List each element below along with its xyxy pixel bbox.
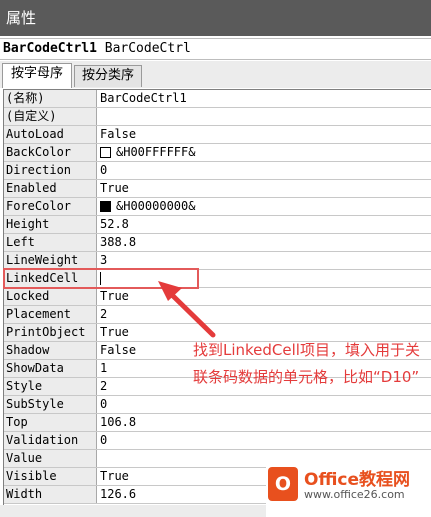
property-name[interactable]: ForeColor — [4, 198, 97, 215]
object-name: BarCodeCtrl1 — [3, 41, 97, 56]
property-value-text: True — [100, 325, 129, 339]
property-value[interactable]: &H00000000& — [97, 198, 431, 215]
property-row-validation[interactable]: Validation 0 — [4, 432, 431, 450]
property-row-left[interactable]: Left 388.8 — [4, 234, 431, 252]
property-value[interactable] — [97, 108, 431, 125]
property-name[interactable]: (名称) — [4, 90, 97, 107]
property-name[interactable]: AutoLoad — [4, 126, 97, 143]
property-value[interactable]: BarCodeCtrl1 — [97, 90, 431, 107]
color-swatch-icon — [100, 201, 111, 212]
property-value-text: &H00FFFFFF& — [116, 145, 196, 159]
property-value[interactable]: True — [97, 288, 431, 305]
property-row-[interactable]: (自定义) — [4, 108, 431, 126]
text-caret — [100, 272, 101, 285]
property-name[interactable]: Enabled — [4, 180, 97, 197]
property-value-text: 388.8 — [100, 235, 137, 249]
property-value[interactable]: 52.8 — [97, 216, 431, 233]
property-row-linkedcell[interactable]: LinkedCell — [4, 270, 431, 288]
property-row-height[interactable]: Height 52.8 — [4, 216, 431, 234]
object-type: BarCodeCtrl — [104, 41, 191, 56]
tab-strip: 按字母序 按分类序 — [0, 61, 431, 88]
property-row-enabled[interactable]: Enabled True — [4, 180, 431, 198]
property-value[interactable]: True — [97, 180, 431, 197]
property-value[interactable]: 106.8 — [97, 414, 431, 431]
property-row-backcolor[interactable]: BackColor &H00FFFFFF& — [4, 144, 431, 162]
watermark-brand: Office教程网 — [304, 470, 411, 490]
property-name[interactable]: (自定义) — [4, 108, 97, 125]
property-value-text: False — [100, 127, 137, 141]
property-value-text: 106.8 — [100, 415, 137, 429]
property-value-text: 1 — [100, 361, 108, 375]
property-name[interactable]: BackColor — [4, 144, 97, 161]
property-name[interactable]: Value — [4, 450, 97, 467]
property-value-text: 0 — [100, 433, 108, 447]
property-name[interactable]: Locked — [4, 288, 97, 305]
property-value[interactable]: &H00FFFFFF& — [97, 144, 431, 161]
property-name[interactable]: Height — [4, 216, 97, 233]
watermark-logo: O Office教程网 www.office26.com — [266, 461, 431, 517]
property-value-text: 2 — [100, 379, 108, 393]
property-value-text: True — [100, 469, 129, 483]
property-value-text: False — [100, 343, 137, 357]
property-value-text: BarCodeCtrl1 — [100, 91, 187, 105]
watermark-url: www.office26.com — [304, 488, 405, 501]
property-row-direction[interactable]: Direction 0 — [4, 162, 431, 180]
property-row-forecolor[interactable]: ForeColor &H00000000& — [4, 198, 431, 216]
property-name[interactable]: Direction — [4, 162, 97, 179]
property-value-text: True — [100, 289, 129, 303]
property-value-text: 3 — [100, 253, 108, 267]
property-name[interactable]: SubStyle — [4, 396, 97, 413]
property-value[interactable]: 0 — [97, 396, 431, 413]
property-name[interactable]: Width — [4, 486, 97, 503]
property-value[interactable]: False — [97, 126, 431, 143]
property-value[interactable] — [97, 270, 431, 287]
property-value-text: 2 — [100, 307, 108, 321]
property-value-text: 0 — [100, 397, 108, 411]
annotation-text: 找到LinkedCell项目，填入用于关联条码数据的单元格，比如“D10” — [193, 341, 420, 386]
property-value-text: 0 — [100, 163, 108, 177]
property-name[interactable]: Left — [4, 234, 97, 251]
property-name[interactable]: ShowData — [4, 360, 97, 377]
property-row-locked[interactable]: Locked True — [4, 288, 431, 306]
property-name[interactable]: Validation — [4, 432, 97, 449]
property-value[interactable]: 0 — [97, 162, 431, 179]
property-row-substyle[interactable]: SubStyle 0 — [4, 396, 431, 414]
tab-alphabetic[interactable]: 按字母序 — [2, 63, 72, 88]
property-name[interactable]: LinkedCell — [4, 270, 97, 287]
tab-categorized[interactable]: 按分类序 — [74, 65, 142, 87]
window-title: 属性 — [0, 0, 431, 36]
property-value-text: &H00000000& — [116, 199, 196, 213]
property-value[interactable]: 388.8 — [97, 234, 431, 251]
property-value-text: 52.8 — [100, 217, 129, 231]
property-name[interactable]: Style — [4, 378, 97, 395]
property-name[interactable]: PrintObject — [4, 324, 97, 341]
property-name[interactable]: Top — [4, 414, 97, 431]
property-row-lineweight[interactable]: LineWeight 3 — [4, 252, 431, 270]
property-name[interactable]: Placement — [4, 306, 97, 323]
property-row-autoload[interactable]: AutoLoad False — [4, 126, 431, 144]
property-name[interactable]: Shadow — [4, 342, 97, 359]
property-row-[interactable]: (名称) BarCodeCtrl1 — [4, 90, 431, 108]
property-value[interactable]: 0 — [97, 432, 431, 449]
color-swatch-icon — [100, 147, 111, 158]
property-value-text: 126.6 — [100, 487, 137, 501]
grid-bottom-strip — [0, 505, 266, 517]
property-row-top[interactable]: Top 106.8 — [4, 414, 431, 432]
property-value-text: True — [100, 181, 129, 195]
office-logo-icon: O — [268, 467, 298, 501]
property-grid: (名称) BarCodeCtrl1 (自定义) AutoLoad False BackCo… — [3, 89, 431, 505]
property-row-placement[interactable]: Placement 2 — [4, 306, 431, 324]
property-name[interactable]: Visible — [4, 468, 97, 485]
property-value[interactable]: 3 — [97, 252, 431, 269]
property-value[interactable]: 2 — [97, 306, 431, 323]
property-name[interactable]: LineWeight — [4, 252, 97, 269]
object-selector[interactable]: BarCodeCtrl1 BarCodeCtrl — [0, 38, 431, 60]
